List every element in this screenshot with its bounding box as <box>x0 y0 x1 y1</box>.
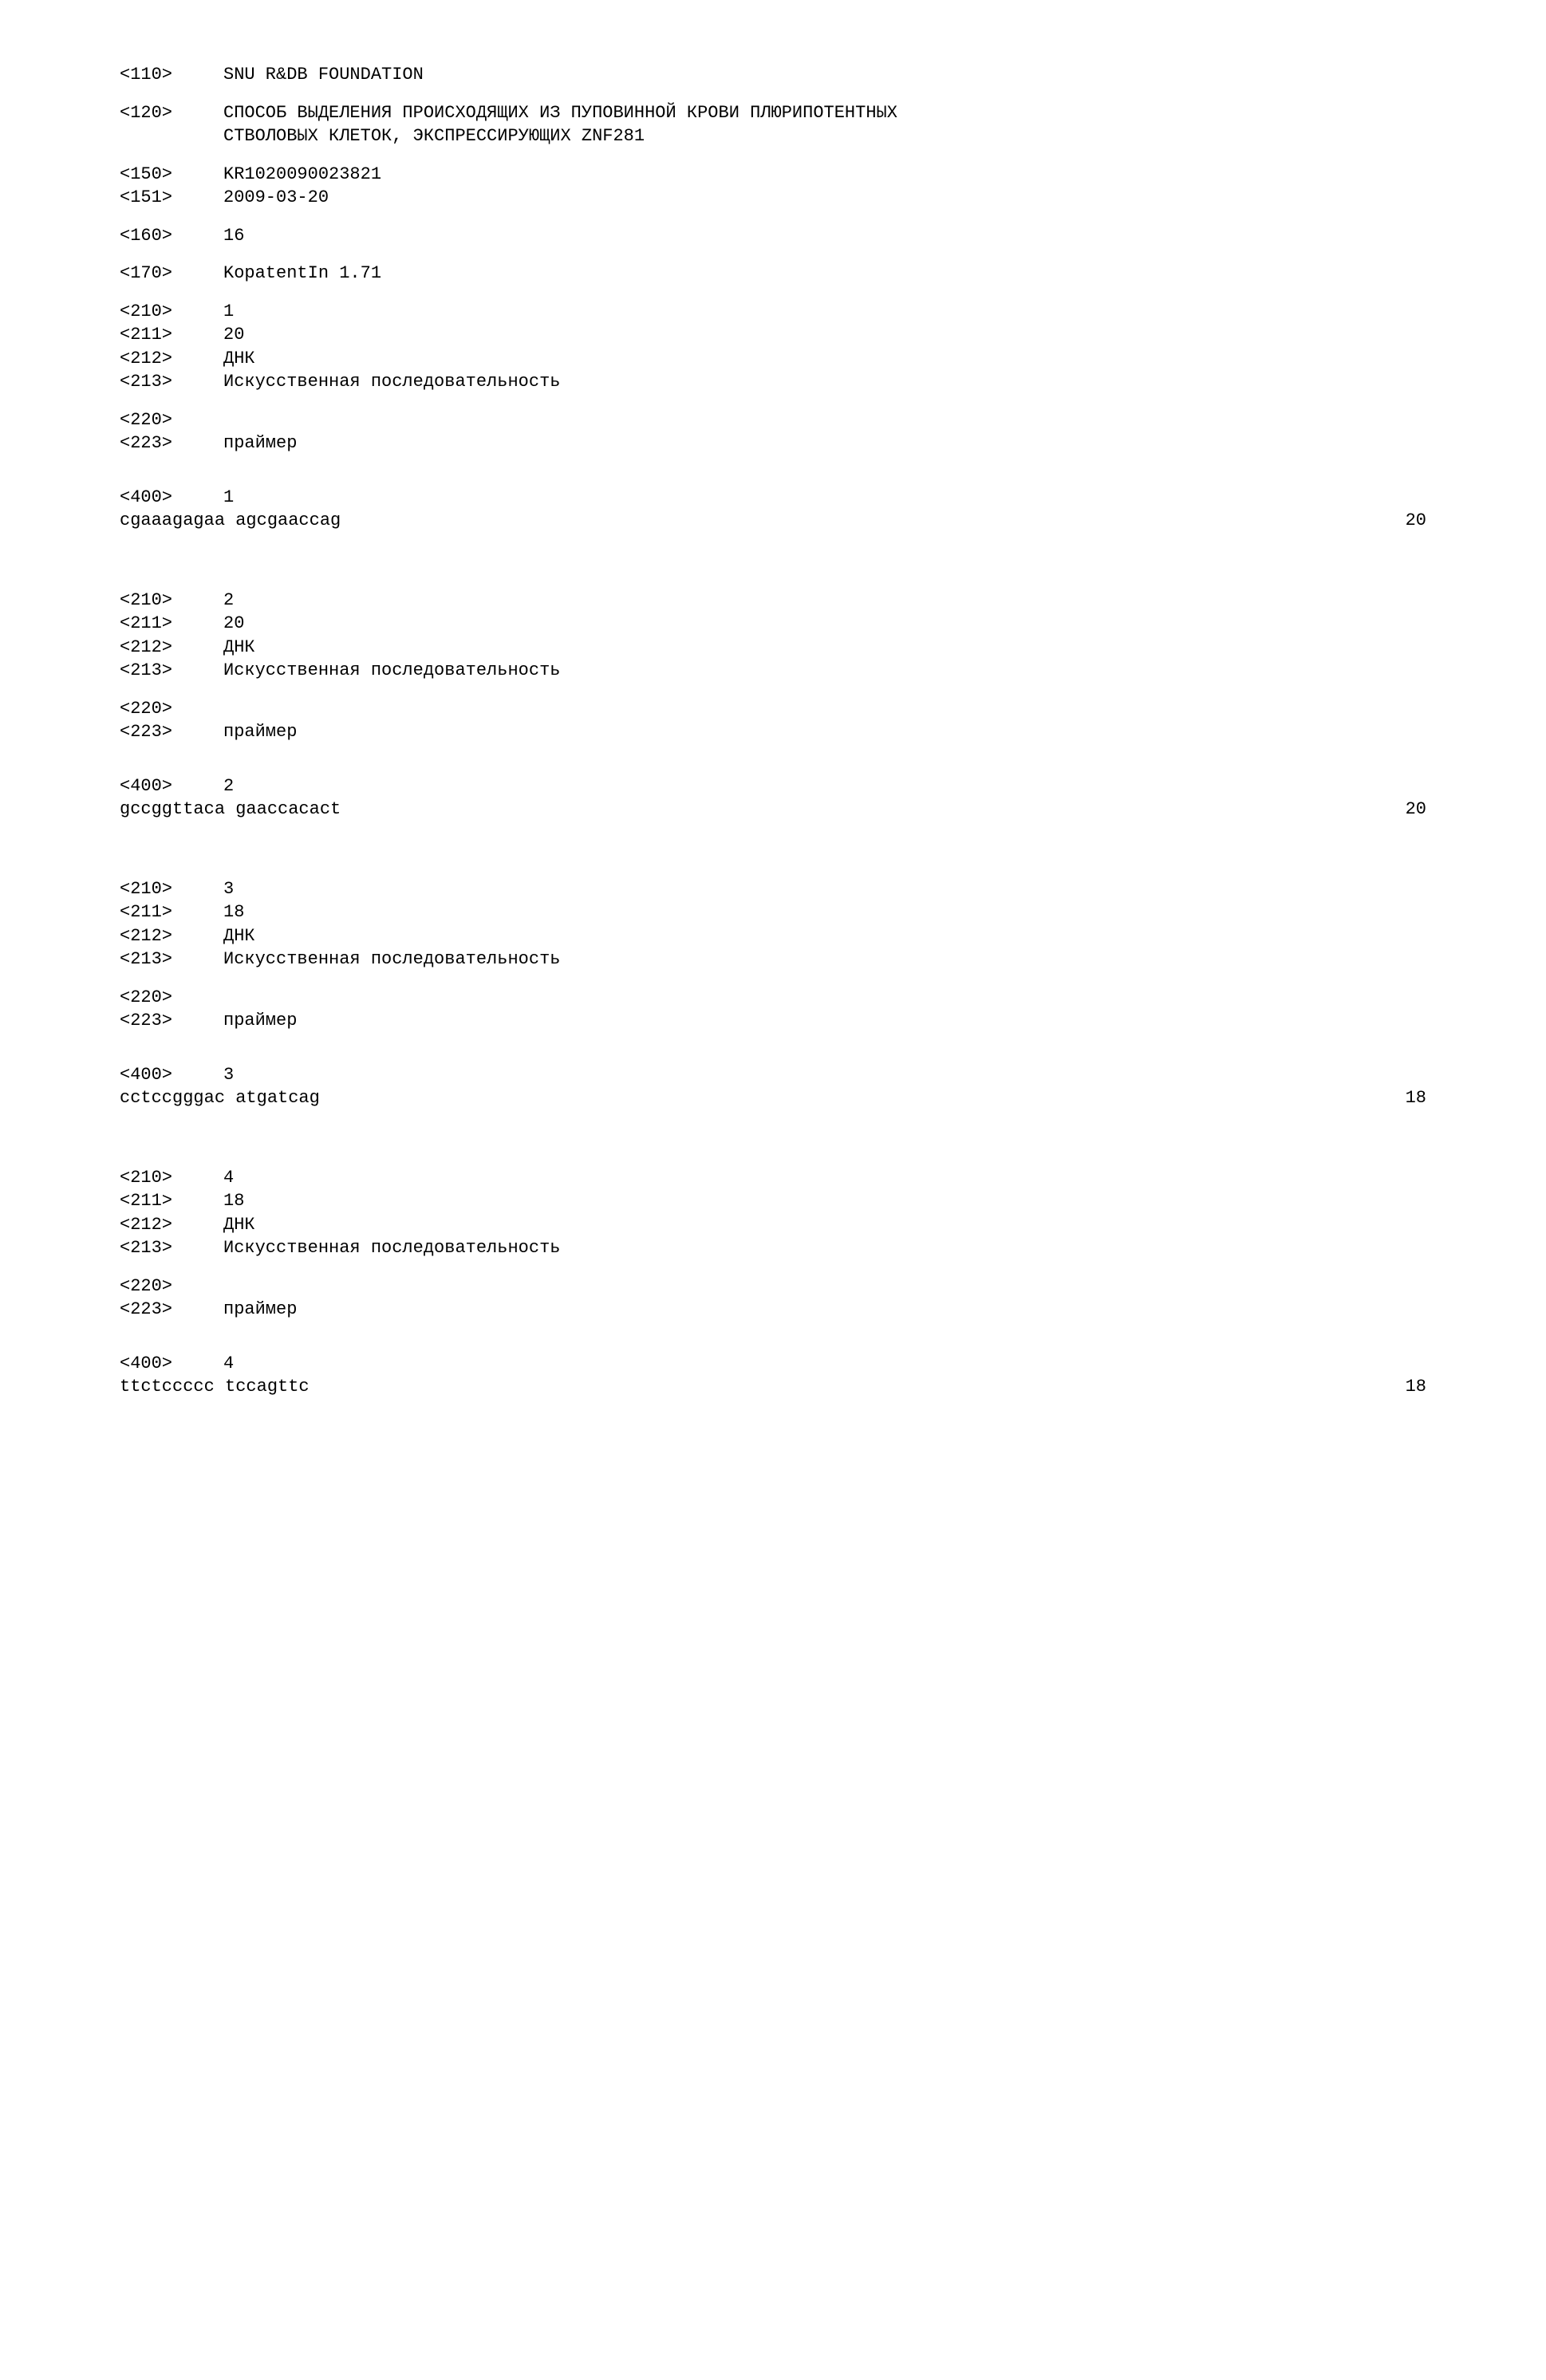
val-110: SNU R&DB FOUNDATION <box>223 64 424 86</box>
priority-date-row: <151>2009-03-20 <box>120 187 1450 209</box>
seq2-sequence: gccggttaca gaaccacact20 <box>120 798 1450 821</box>
software-row: <170>KopatentIn 1.71 <box>120 262 1450 285</box>
tag-110: <110> <box>120 64 223 86</box>
seq2-223: <223>праймер <box>120 721 1450 743</box>
seq1-210: <210>1 <box>120 301 1450 323</box>
seq-count-row: <160>16 <box>120 225 1450 247</box>
tag-150: <150> <box>120 164 223 186</box>
seq3-211: <211>18 <box>120 901 1450 924</box>
seq2-400: <400>2 <box>120 775 1450 798</box>
val-120-l2: СТВОЛОВЫХ КЛЕТОК, ЭКСПРЕССИРУЮЩИХ ZNF281 <box>223 125 645 148</box>
seq1-223: <223>праймер <box>120 432 1450 455</box>
tag-151: <151> <box>120 187 223 209</box>
seq3-sequence: cctccgggac atgatcag18 <box>120 1087 1450 1109</box>
seq3-210: <210>3 <box>120 878 1450 900</box>
val-170: KopatentIn 1.71 <box>223 262 381 285</box>
seq2-220: <220> <box>120 698 1450 720</box>
applicant-row: <110>SNU R&DB FOUNDATION <box>120 64 1450 86</box>
seq1-400: <400>1 <box>120 487 1450 509</box>
seq3-400: <400>3 <box>120 1064 1450 1086</box>
tag-160: <160> <box>120 225 223 247</box>
seq2-213: <213>Искусственная последовательность <box>120 660 1450 682</box>
seq3-223: <223>праймер <box>120 1010 1450 1032</box>
seq1-213: <213>Искусственная последовательность <box>120 371 1450 393</box>
seq3-212: <212>ДНК <box>120 925 1450 948</box>
title-row-2: СТВОЛОВЫХ КЛЕТОК, ЭКСПРЕССИРУЮЩИХ ZNF281 <box>120 125 1450 148</box>
seq1-220: <220> <box>120 409 1450 431</box>
seq4-210: <210>4 <box>120 1167 1450 1189</box>
title-row-1: <120>СПОСОБ ВЫДЕЛЕНИЯ ПРОИСХОДЯЩИХ ИЗ ПУ… <box>120 102 1450 124</box>
val-150: KR1020090023821 <box>223 164 381 186</box>
seq4-400: <400>4 <box>120 1353 1450 1375</box>
seq2-212: <212>ДНК <box>120 636 1450 659</box>
seq4-213: <213>Искусственная последовательность <box>120 1237 1450 1259</box>
seq4-220: <220> <box>120 1275 1450 1298</box>
val-151: 2009-03-20 <box>223 187 329 209</box>
seq3-220: <220> <box>120 987 1450 1009</box>
seq4-211: <211>18 <box>120 1190 1450 1212</box>
seq1-211: <211>20 <box>120 324 1450 346</box>
seq4-sequence: ttctccccc tccagttc18 <box>120 1376 1450 1398</box>
seq3-213: <213>Искусственная последовательность <box>120 948 1450 971</box>
priority-number-row: <150>KR1020090023821 <box>120 164 1450 186</box>
val-120-l1: СПОСОБ ВЫДЕЛЕНИЯ ПРОИСХОДЯЩИХ ИЗ ПУПОВИН… <box>223 102 897 124</box>
seq4-223: <223>праймер <box>120 1298 1450 1321</box>
seq1-212: <212>ДНК <box>120 348 1450 370</box>
tag-170: <170> <box>120 262 223 285</box>
seq2-211: <211>20 <box>120 613 1450 635</box>
tag-120: <120> <box>120 102 223 124</box>
seq4-212: <212>ДНК <box>120 1214 1450 1236</box>
seq1-sequence: cgaaagagaa agcgaaccag20 <box>120 510 1450 532</box>
seq2-210: <210>2 <box>120 589 1450 612</box>
val-160: 16 <box>223 225 244 247</box>
